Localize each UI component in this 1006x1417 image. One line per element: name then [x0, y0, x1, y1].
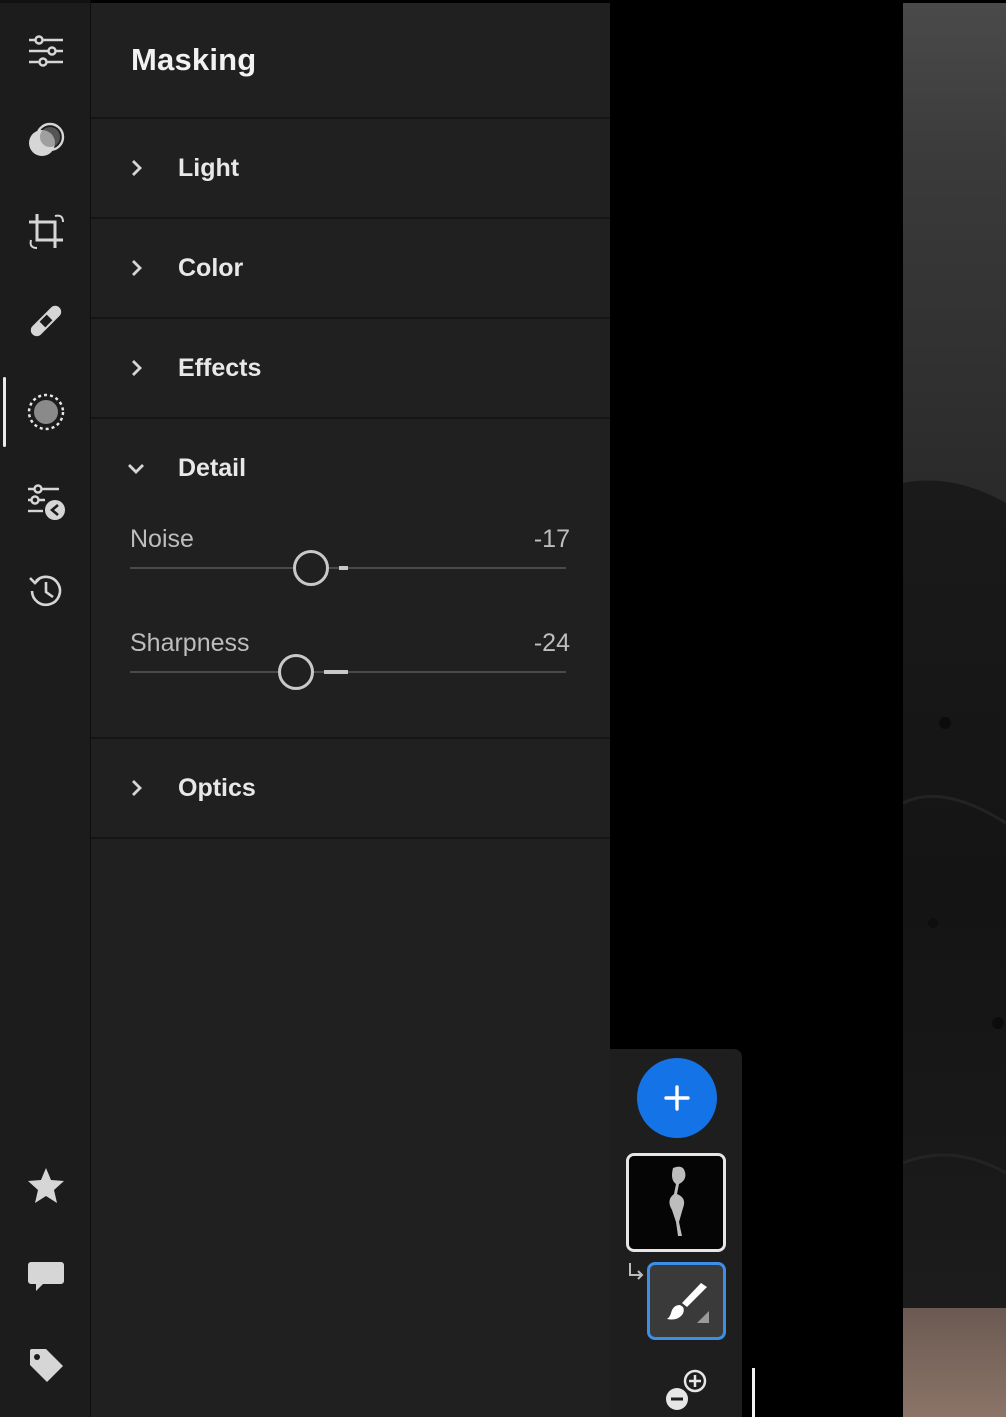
brush-mask-button[interactable] [647, 1262, 726, 1340]
sharpness-thumb[interactable] [277, 654, 314, 690]
photo-preview [903, 3, 1006, 1417]
tag-icon [29, 1349, 63, 1382]
presets-button[interactable] [0, 111, 91, 171]
sharpness-slider: Sharpness -24 [130, 621, 570, 725]
chevron-right-icon [132, 160, 142, 176]
mask-thumbnail[interactable] [626, 1153, 726, 1252]
panel-title: Masking [131, 42, 257, 77]
versions-icon [27, 484, 65, 520]
healing-button[interactable] [0, 291, 91, 351]
noise-fill [338, 566, 348, 570]
noise-track[interactable] [130, 567, 566, 569]
section-light: Light [91, 119, 610, 219]
comment-icon [27, 1262, 64, 1291]
brush-icon [666, 1283, 709, 1323]
chevron-right-icon [132, 260, 142, 276]
star-icon [27, 1168, 64, 1203]
tool-rail [0, 0, 91, 1417]
section-optics-label: Optics [178, 773, 256, 802]
section-detail-toggle[interactable]: Detail [91, 419, 610, 517]
history-icon [28, 575, 61, 607]
mask-preview-image [629, 1156, 723, 1249]
section-effects-toggle[interactable]: Effects [91, 319, 610, 417]
noise-value[interactable]: -17 [534, 525, 570, 554]
sharpness-track[interactable] [130, 671, 566, 673]
noise-slider: Noise -17 [130, 517, 570, 621]
chevron-down-icon [128, 464, 144, 474]
section-detail: Detail Noise -17 Sharpness -24 [91, 419, 610, 739]
section-effects: Effects [91, 319, 610, 419]
healing-icon [30, 305, 61, 337]
sharpness-label: Sharpness [130, 629, 250, 657]
history-button[interactable] [0, 561, 91, 621]
masking-panel: Masking Light Color Effects Detail Noise… [91, 3, 610, 1417]
section-color-label: Color [178, 253, 244, 282]
mask-layers-panel [610, 1049, 742, 1417]
versions-button[interactable] [0, 472, 91, 532]
text-cursor [752, 1368, 755, 1417]
sharpness-fill [323, 670, 348, 674]
section-color-toggle[interactable]: Color [91, 219, 610, 317]
rating-button[interactable] [0, 1155, 91, 1215]
crop-button[interactable] [0, 201, 91, 261]
section-optics: Optics [91, 739, 610, 839]
plus-icon [664, 1085, 690, 1111]
crop-icon [28, 214, 64, 249]
chevron-right-icon [132, 360, 142, 376]
edit-sliders-button[interactable] [0, 21, 91, 81]
detail-controls: Noise -17 Sharpness -24 [91, 517, 610, 737]
sub-mask-arrow-icon [629, 1263, 644, 1280]
section-light-toggle[interactable]: Light [91, 119, 610, 217]
noise-thumb[interactable] [292, 550, 329, 586]
add-subtract-icon[interactable] [662, 1367, 710, 1415]
add-mask-button[interactable] [637, 1058, 717, 1138]
sharpness-value[interactable]: -24 [534, 629, 570, 658]
section-light-label: Light [178, 153, 240, 182]
noise-label: Noise [130, 525, 194, 553]
photo-image [903, 3, 1006, 1417]
section-color: Color [91, 219, 610, 319]
masking-button[interactable] [0, 382, 91, 442]
comments-button[interactable] [0, 1245, 91, 1305]
masking-icon [27, 393, 64, 431]
presets-icon [28, 122, 64, 156]
section-detail-label: Detail [178, 453, 247, 482]
section-optics-toggle[interactable]: Optics [91, 739, 610, 837]
panel-header: Masking [91, 3, 610, 119]
section-effects-label: Effects [178, 353, 262, 382]
chevron-right-icon [132, 780, 142, 796]
keywords-button[interactable] [0, 1335, 91, 1395]
sliders-icon [28, 35, 63, 67]
